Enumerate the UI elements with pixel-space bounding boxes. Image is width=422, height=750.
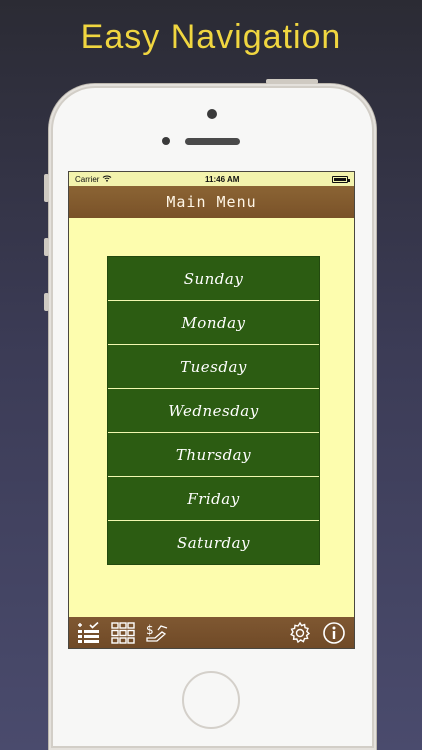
- earpiece-speaker: [185, 138, 240, 145]
- grid-icon[interactable]: [111, 621, 135, 645]
- day-menu: Sunday Monday Tuesday Wednesday Thursday…: [107, 256, 320, 565]
- menu-item-sunday[interactable]: Sunday: [108, 257, 319, 300]
- mute-switch: [44, 174, 49, 202]
- page-title: Main Menu: [166, 193, 257, 211]
- svg-text:$: $: [146, 623, 154, 637]
- home-button[interactable]: [182, 671, 240, 729]
- power-button: [266, 79, 318, 84]
- checklist-icon[interactable]: [77, 621, 101, 645]
- volume-down-button: [44, 293, 49, 311]
- payment-check-icon[interactable]: $: [145, 621, 169, 645]
- menu-item-monday[interactable]: Monday: [108, 300, 319, 344]
- menu-item-wednesday[interactable]: Wednesday: [108, 388, 319, 432]
- app-screen: Carrier 11:46 AM Main Menu Sunday Monday…: [68, 171, 355, 649]
- front-camera: [207, 109, 217, 119]
- info-icon[interactable]: [322, 621, 346, 645]
- promo-headline: Easy Navigation: [80, 18, 342, 56]
- status-time: 11:46 AM: [205, 174, 240, 184]
- gear-icon[interactable]: [288, 621, 312, 645]
- battery-icon: [332, 175, 350, 183]
- menu-item-saturday[interactable]: Saturday: [108, 520, 319, 564]
- proximity-sensor: [162, 137, 170, 145]
- wifi-icon: [102, 175, 112, 184]
- navigation-bar: Main Menu: [69, 186, 354, 218]
- carrier-label: Carrier: [75, 174, 100, 184]
- menu-item-tuesday[interactable]: Tuesday: [108, 344, 319, 388]
- bottom-toolbar: $: [69, 617, 354, 648]
- volume-up-button: [44, 238, 49, 256]
- menu-item-friday[interactable]: Friday: [108, 476, 319, 520]
- menu-item-thursday[interactable]: Thursday: [108, 432, 319, 476]
- status-bar: Carrier 11:46 AM: [69, 172, 354, 186]
